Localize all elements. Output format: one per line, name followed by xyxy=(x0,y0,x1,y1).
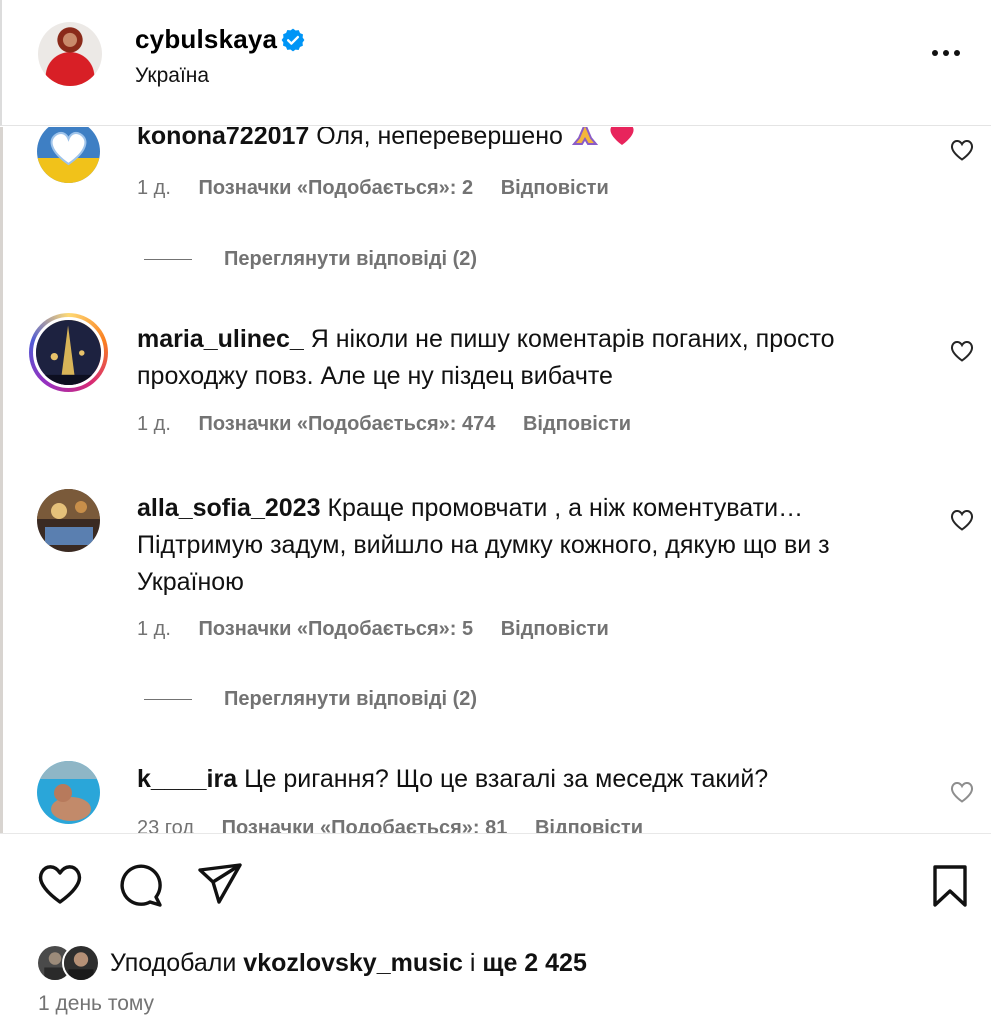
replies-divider xyxy=(144,698,192,701)
comment-body: Оля, неперевершено xyxy=(316,127,563,150)
verified-badge-icon xyxy=(281,28,305,52)
comment-text: k____ira Це ригання? Що це взагалі за ме… xyxy=(137,761,927,798)
bookmark-icon[interactable] xyxy=(930,864,970,908)
view-replies-button[interactable]: Переглянути відповіді (2) xyxy=(144,248,477,271)
heart-emoji-icon xyxy=(610,127,634,145)
comment-text: alla_sofia_2023 Краще промовчати , а ніж… xyxy=(137,490,927,601)
comment-bubble-icon[interactable] xyxy=(117,862,165,908)
comment-time[interactable]: 1 д. xyxy=(137,177,171,200)
post-location[interactable]: Україна xyxy=(135,64,209,88)
avatar-image xyxy=(37,127,100,183)
reply-button[interactable]: Відповісти xyxy=(501,618,609,641)
commenter-avatar[interactable] xyxy=(37,761,100,824)
comment-likes[interactable]: Позначки «Подобається»: 474 xyxy=(198,413,495,436)
like-comment-heart-icon[interactable] xyxy=(949,508,975,532)
author-avatar[interactable] xyxy=(38,22,102,86)
likes-text: Уподобали vkozlovsky_music і ще 2 425 xyxy=(110,949,587,978)
comment-meta: 1 д. Позначки «Подобається»: 2 Відповіст… xyxy=(137,177,609,200)
comment-time[interactable]: 1 д. xyxy=(137,413,171,436)
comment-text: maria_ulinec_ Я ніколи не пишу коментарі… xyxy=(137,321,927,395)
like-comment-heart-icon[interactable] xyxy=(949,339,975,363)
more-options-icon[interactable] xyxy=(932,40,966,66)
comment-body: Це ригання? Що це взагалі за меседж таки… xyxy=(244,765,769,793)
commenter-avatar[interactable] xyxy=(37,127,100,183)
avatar-image xyxy=(37,489,100,552)
like-heart-icon[interactable] xyxy=(36,862,84,906)
replies-divider xyxy=(144,258,192,261)
liked-by-and: і xyxy=(469,948,476,977)
post-timestamp[interactable]: 1 день тому xyxy=(38,992,154,1016)
reply-button[interactable]: Відповісти xyxy=(535,817,643,833)
actions-divider xyxy=(0,833,991,834)
comment-username[interactable]: alla_sofia_2023 xyxy=(137,494,320,522)
liked-by-prefix: Уподобали xyxy=(110,948,237,977)
comment-time[interactable]: 23 год xyxy=(137,817,194,833)
liked-by-count[interactable]: ще 2 425 xyxy=(482,949,587,977)
comment-username[interactable]: konona722017 xyxy=(137,127,309,150)
share-paper-plane-icon[interactable] xyxy=(197,862,243,906)
comment-meta: 1 д. Позначки «Подобається»: 474 Відпові… xyxy=(137,413,631,436)
liker-avatar[interactable] xyxy=(62,944,100,982)
comments-list[interactable]: konona722017 Оля, неперевершено 1 д. Поз… xyxy=(0,127,991,833)
comment-time[interactable]: 1 д. xyxy=(137,618,171,641)
comment-likes[interactable]: Позначки «Подобається»: 81 xyxy=(222,817,508,833)
comment-username[interactable]: maria_ulinec_ xyxy=(137,325,304,353)
praying-hands-emoji-icon xyxy=(571,127,598,145)
comment-meta: 23 год Позначки «Подобається»: 81 Відпов… xyxy=(137,817,643,833)
author-username[interactable]: cybulskaya xyxy=(135,24,277,55)
commenter-avatar[interactable] xyxy=(37,489,100,552)
commenter-avatar[interactable] xyxy=(29,313,108,392)
comment-likes[interactable]: Позначки «Подобається»: 2 xyxy=(198,177,473,200)
comment-likes[interactable]: Позначки «Подобається»: 5 xyxy=(198,618,473,641)
view-replies-button[interactable]: Переглянути відповіді (2) xyxy=(144,688,477,711)
view-replies-label: Переглянути відповіді (2) xyxy=(224,248,478,270)
comment-text: konona722017 Оля, неперевершено xyxy=(137,127,927,155)
liked-by-user[interactable]: vkozlovsky_music xyxy=(243,949,463,977)
reply-button[interactable]: Відповісти xyxy=(523,413,631,436)
comment-username[interactable]: k____ira xyxy=(137,765,237,793)
view-replies-label: Переглянути відповіді (2) xyxy=(224,688,478,710)
like-comment-heart-icon[interactable] xyxy=(949,780,975,804)
reply-button[interactable]: Відповісти xyxy=(501,177,609,200)
like-comment-heart-icon[interactable] xyxy=(949,138,975,162)
post-header: cybulskaya Україна xyxy=(0,0,991,126)
comment-meta: 1 д. Позначки «Подобається»: 5 Відповіст… xyxy=(137,618,609,641)
avatar-image xyxy=(37,761,100,824)
likes-summary: Уподобали vkozlovsky_music і ще 2 425 xyxy=(36,941,587,985)
avatar-image xyxy=(33,317,104,388)
